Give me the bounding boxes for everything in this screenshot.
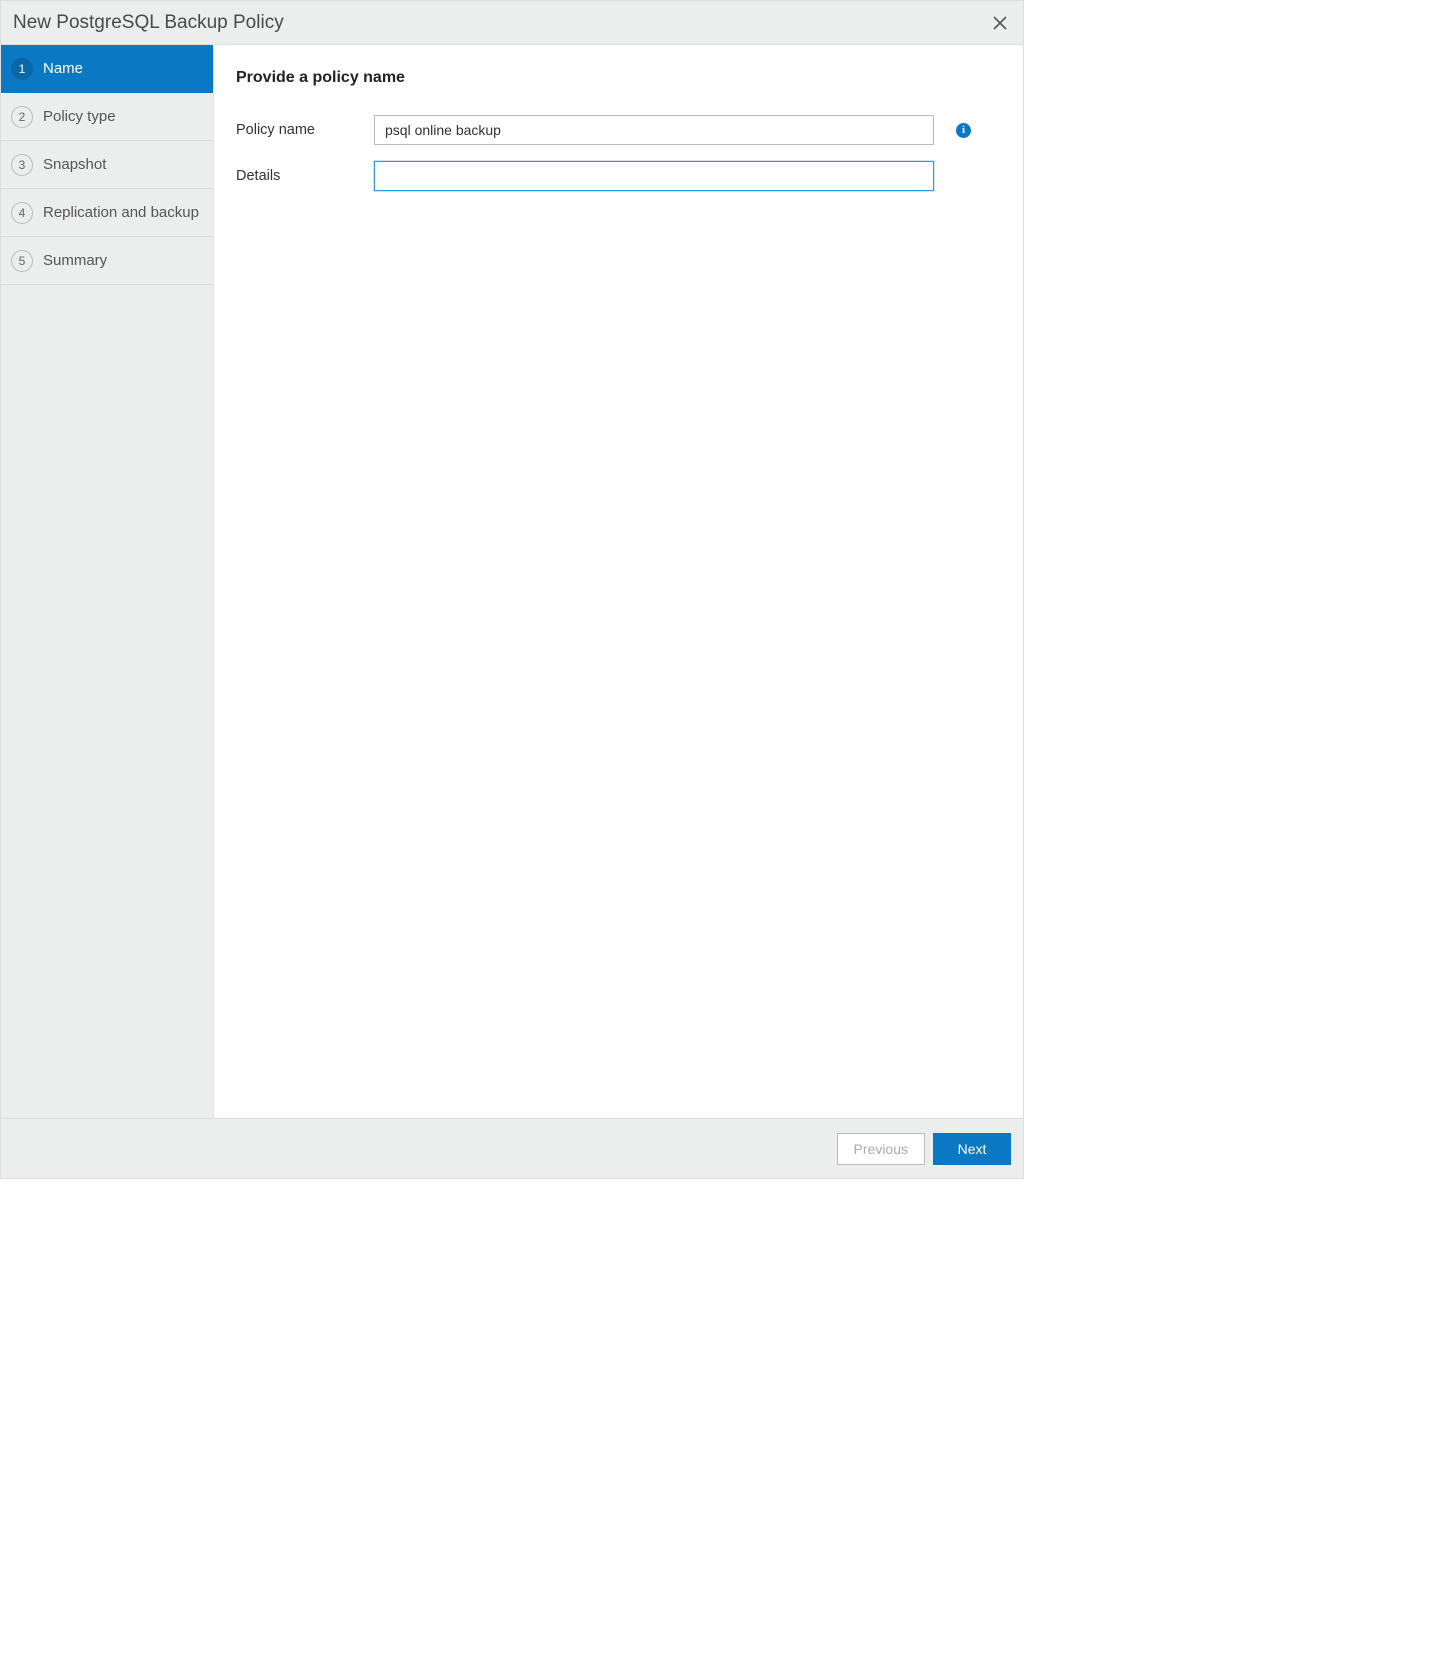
details-label: Details — [236, 168, 374, 184]
step-label: Summary — [43, 252, 107, 269]
close-button[interactable] — [989, 12, 1011, 34]
step-label: Snapshot — [43, 156, 106, 173]
dialog-title: New PostgreSQL Backup Policy — [13, 12, 989, 34]
main-panel: Provide a policy name Policy name i Deta… — [214, 45, 1023, 1118]
step-label: Name — [43, 60, 83, 77]
wizard-step-name[interactable]: 1 Name — [1, 45, 213, 93]
wizard-step-replication[interactable]: 4 Replication and backup — [1, 189, 213, 237]
policy-name-input[interactable] — [374, 115, 934, 145]
dialog-footer: Previous Next — [1, 1118, 1023, 1178]
wizard-step-snapshot[interactable]: 3 Snapshot — [1, 141, 213, 189]
details-input[interactable] — [374, 161, 934, 191]
step-label: Policy type — [43, 108, 116, 125]
dialog: New PostgreSQL Backup Policy 1 Name 2 Po… — [0, 0, 1024, 1179]
dialog-body: 1 Name 2 Policy type 3 Snapshot 4 Replic… — [1, 45, 1023, 1118]
page-heading: Provide a policy name — [236, 69, 1001, 87]
titlebar: New PostgreSQL Backup Policy — [1, 1, 1023, 45]
wizard-sidebar: 1 Name 2 Policy type 3 Snapshot 4 Replic… — [1, 45, 214, 1118]
step-number: 5 — [11, 250, 33, 272]
step-number: 2 — [11, 106, 33, 128]
wizard-step-policy-type[interactable]: 2 Policy type — [1, 93, 213, 141]
step-number: 4 — [11, 202, 33, 224]
step-number: 3 — [11, 154, 33, 176]
wizard-step-summary[interactable]: 5 Summary — [1, 237, 213, 285]
step-label: Replication and backup — [43, 204, 199, 221]
info-icon[interactable]: i — [956, 123, 971, 138]
step-number: 1 — [11, 58, 33, 80]
form-row-policy-name: Policy name i — [236, 115, 1001, 145]
next-button[interactable]: Next — [933, 1133, 1011, 1165]
close-icon — [992, 15, 1008, 31]
previous-button: Previous — [837, 1133, 925, 1165]
policy-name-label: Policy name — [236, 122, 374, 138]
form-row-details: Details — [236, 161, 1001, 191]
